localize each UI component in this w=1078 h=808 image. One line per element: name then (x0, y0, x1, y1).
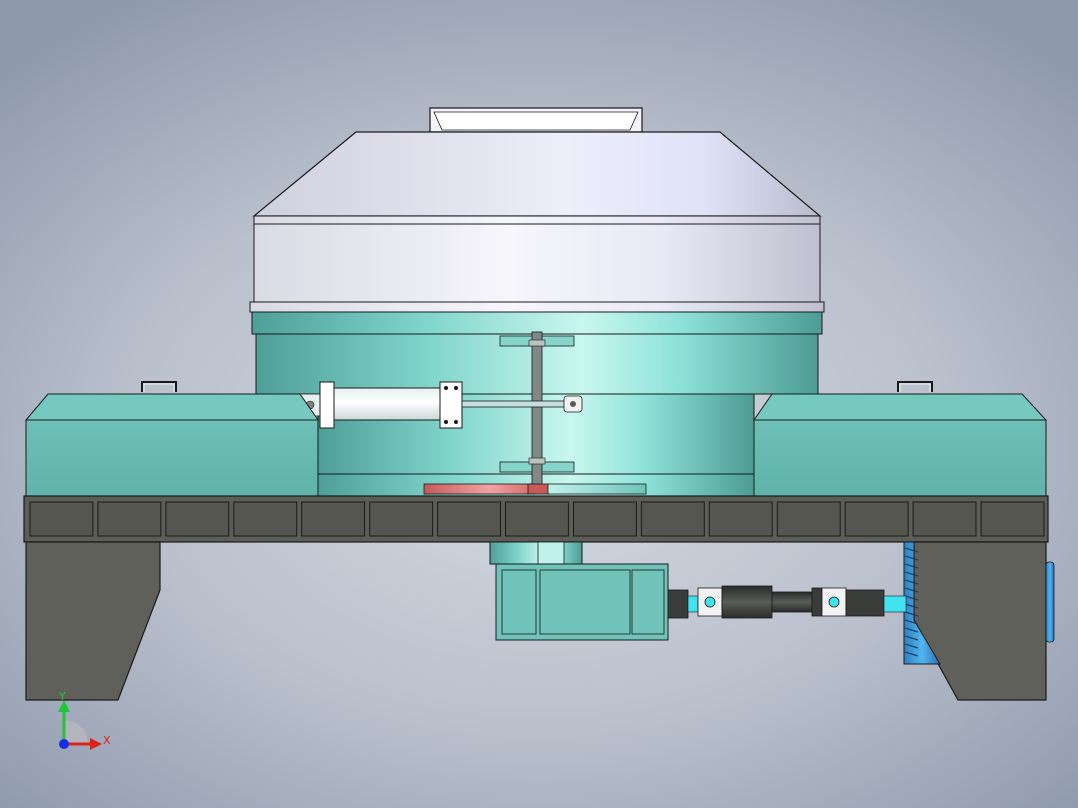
cad-viewport[interactable]: Y X (0, 0, 1078, 808)
beam-cell (505, 501, 569, 537)
triad-y-label: Y (58, 690, 66, 703)
beam-cell (233, 501, 298, 537)
beam-cell (165, 501, 230, 537)
rotating-disk[interactable] (547, 483, 647, 495)
base-beam[interactable] (23, 495, 1049, 543)
beam-cell (97, 501, 162, 537)
gearbox[interactable] (489, 541, 669, 641)
beam-cell (301, 501, 366, 537)
beam-cells (29, 501, 1045, 537)
beam-cell (369, 501, 434, 537)
beam-cell (844, 501, 909, 537)
beam-cell (573, 501, 637, 537)
beam-cell (708, 501, 773, 537)
drive-shaft[interactable] (667, 585, 907, 619)
seal-ring[interactable] (423, 483, 551, 495)
right-side-housing[interactable] (753, 381, 1048, 497)
upper-housing[interactable] (249, 215, 825, 313)
left-side-housing[interactable] (24, 381, 319, 497)
triad-x-label: X (103, 734, 111, 747)
beam-cell (437, 501, 502, 537)
beam-cell (640, 501, 705, 537)
conical-cover[interactable] (252, 131, 822, 217)
beam-cell (29, 501, 94, 537)
feed-hopper[interactable] (429, 107, 643, 133)
beam-cell (776, 501, 841, 537)
beam-cell (980, 501, 1045, 537)
cad-model-view[interactable]: Y X (0, 0, 1078, 808)
beam-cell (912, 501, 977, 537)
right-support-leg[interactable] (913, 541, 1055, 701)
left-support-leg[interactable] (25, 541, 161, 701)
